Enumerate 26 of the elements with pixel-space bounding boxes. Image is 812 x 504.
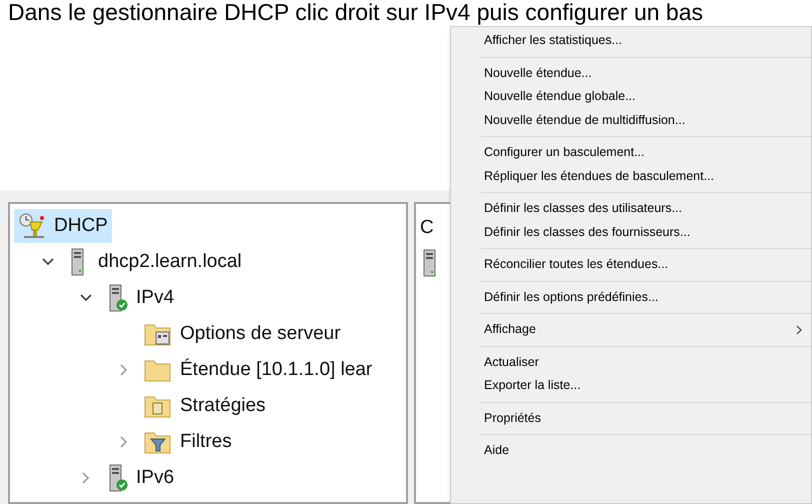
menu-item[interactable]: Définir les options prédéfinies... xyxy=(481,286,811,309)
menu-item[interactable]: Aide xyxy=(481,439,811,462)
menu-item[interactable]: Répliquer les étendues de basculement... xyxy=(481,164,811,188)
tree-item[interactable]: Stratégies xyxy=(140,389,270,423)
tree-item[interactable]: IPv4 xyxy=(102,281,178,315)
menu-item[interactable]: Propriétés xyxy=(481,406,811,430)
tree-item[interactable]: dhcp2.learn.local xyxy=(64,245,246,279)
tree-item[interactable]: Filtres xyxy=(140,425,236,459)
menu-item[interactable]: Exporter la liste... xyxy=(481,374,811,398)
menu-item[interactable]: Afficher les statistiques... xyxy=(481,29,811,52)
menu-item[interactable]: Nouvelle étendue globale... xyxy=(481,85,811,108)
menu-item[interactable]: Réconcilier toutes les étendues... xyxy=(481,253,811,276)
dhcp-icon xyxy=(18,212,46,240)
menu-item[interactable]: Définir les classes des utilisateurs... xyxy=(481,197,811,220)
tree-item[interactable]: Options de serveur xyxy=(140,317,345,351)
menu-item[interactable]: Configurer un basculement... xyxy=(481,141,811,164)
menu-item[interactable]: Actualiser xyxy=(481,350,811,374)
menu-item[interactable]: Nouvelle étendue de multidiffusion... xyxy=(481,108,811,132)
tree-item[interactable]: IPv6 xyxy=(102,461,178,495)
column-header: C xyxy=(420,216,434,240)
tree-item[interactable]: DHCP xyxy=(14,209,112,243)
menu-item[interactable]: Définir les classes des fournisseurs... xyxy=(481,220,811,244)
menu-item[interactable]: Nouvelle étendue... xyxy=(481,62,811,85)
menu-item[interactable]: Affichage xyxy=(481,318,811,342)
tree-item[interactable]: Étendue [10.1.1.0] lear xyxy=(140,353,376,387)
caption: Dans le gestionnaire DHCP clic droit sur IPv4 puis configurer un bas xyxy=(7,0,704,24)
